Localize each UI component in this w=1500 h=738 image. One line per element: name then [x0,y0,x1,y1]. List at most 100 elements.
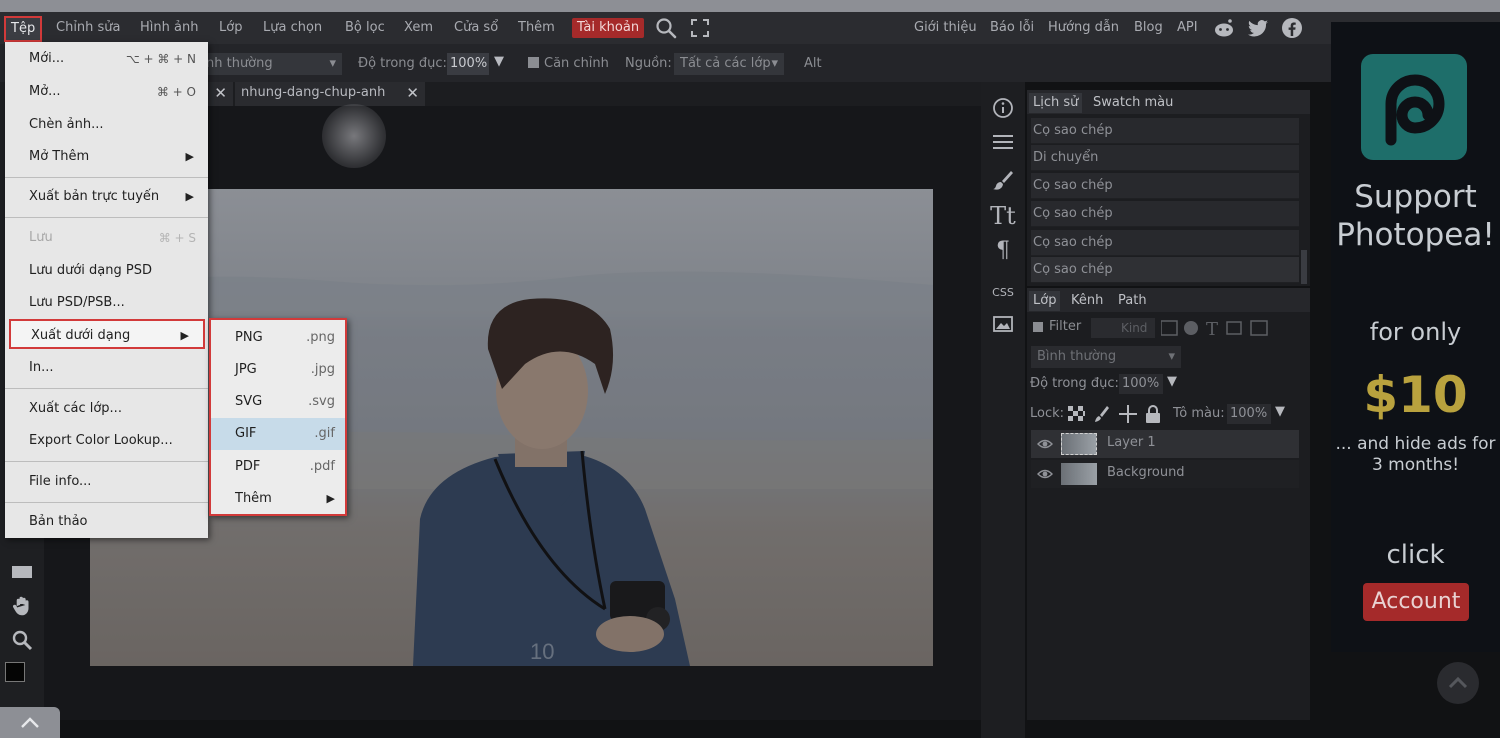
menu-item-open-more[interactable]: Mở Thêm ▶ [5,142,208,172]
menu-bar: Tệp Chỉnh sửa Hình ảnh Lớp Lựa chọn Bộ l… [0,12,1500,44]
opacity-input[interactable]: 100% [447,53,489,75]
paragraph-icon[interactable]: ¶ [981,238,1025,263]
menu-item-save-psd-psb[interactable]: Lưu PSD/PSB... [5,288,208,318]
layer-row[interactable]: Background [1031,460,1299,488]
link-tutorial[interactable]: Hướng dẫn [1048,18,1119,38]
close-tab-icon[interactable]: ✕ [406,82,419,104]
link-api[interactable]: API [1177,18,1198,38]
close-tab-icon[interactable]: ✕ [214,82,227,104]
brush-settings-icon[interactable] [991,168,1015,192]
menu-item-export-layers[interactable]: Xuất các lớp... [5,394,208,424]
export-png[interactable]: PNG .png [211,322,345,354]
history-item[interactable]: Cọ sao chép [1031,230,1299,256]
visibility-eye-icon[interactable] [1037,466,1053,482]
expand-toolbar-button[interactable] [0,707,60,738]
tab-history[interactable]: Lịch sử [1029,93,1083,113]
layers-panel-tabs: Lớp Kênh Path [1027,288,1310,312]
export-pdf[interactable]: PDF .pdf [211,451,345,483]
lock-icons[interactable] [1067,404,1162,424]
visibility-eye-icon[interactable] [1037,436,1053,452]
menu-filter[interactable]: Bộ lọc [345,18,385,38]
menu-file[interactable]: Tệp [4,16,43,42]
twitter-icon[interactable] [1246,16,1270,40]
menu-item-drafts[interactable]: Bản thảo [5,507,208,537]
filter-checkbox[interactable] [1033,322,1043,332]
layer-blend-mode-select[interactable]: Bình thường ▾ [1031,346,1181,368]
menu-window[interactable]: Cửa sổ [454,18,498,38]
menu-item-save[interactable]: Lưu ⌘ + S [5,223,208,253]
layer-opacity-input[interactable]: 100% [1119,374,1163,394]
link-blog[interactable]: Blog [1134,18,1163,38]
alt-label: Alt [804,56,822,71]
menu-item-print[interactable]: In... [5,353,208,383]
menu-item-export-as[interactable]: Xuất dưới dạng ▶ [9,319,205,349]
history-item[interactable]: Cọ sao chép [1031,201,1299,227]
link-about[interactable]: Giới thiệu [914,18,977,38]
menu-separator [5,177,208,178]
menu-view[interactable]: Xem [404,18,433,38]
export-svg[interactable]: SVG .svg [211,386,345,418]
ad-account-button[interactable]: Account [1363,583,1469,621]
character-icon[interactable]: Tt [981,202,1025,230]
foreground-color-swatch[interactable] [5,662,25,682]
menu-image[interactable]: Hình ảnh [140,18,198,38]
svg-text:T: T [1206,319,1218,337]
link-report-bug[interactable]: Báo lỗi [990,18,1034,38]
tab-paths[interactable]: Path [1114,291,1151,311]
history-item-current[interactable]: Cọ sao chép [1031,257,1299,283]
fullscreen-icon[interactable] [688,16,712,40]
tab-layers[interactable]: Lớp [1029,291,1061,311]
export-more[interactable]: Thêm ▶ [211,483,345,515]
facebook-icon[interactable] [1280,16,1304,40]
image-panel-icon[interactable] [991,312,1015,336]
filter-type-icons[interactable]: T [1160,319,1271,340]
menu-account[interactable]: Tài khoản [572,18,645,38]
history-item[interactable]: Cọ sao chép [1031,173,1299,199]
rectangle-tool-icon[interactable] [10,564,34,580]
menu-more[interactable]: Thêm [518,18,555,38]
menu-select[interactable]: Lựa chọn [263,18,322,38]
menu-item-publish-online[interactable]: Xuất bản trực tuyến ▶ [5,182,208,212]
blend-mode-select[interactable]: nh thường ▾ [200,53,342,75]
filter-kind-select[interactable]: Kind [1091,318,1155,338]
submenu-arrow-icon: ▶ [326,492,335,505]
menu-item-open[interactable]: Mở... ⌘ + O [5,77,208,107]
tab-swatches[interactable]: Swatch màu [1089,93,1177,113]
export-gif[interactable]: GIF .gif [211,418,345,450]
search-icon[interactable] [654,16,678,40]
align-checkbox[interactable]: Căn chỉnh [528,56,609,71]
history-item[interactable]: Cọ sao chép [1031,118,1299,144]
source-select[interactable]: Tất cả các lớp ▾ [674,53,784,75]
document-tab-previous[interactable]: ✕ [205,82,233,106]
menu-item-insert-image[interactable]: Chèn ảnh... [5,110,208,140]
menu-item-save-as-psd[interactable]: Lưu dưới dạng PSD [5,256,208,286]
layer-name[interactable]: Background [1107,465,1185,480]
layer-opacity-dropdown-icon[interactable]: ▼ [1167,374,1177,389]
scroll-to-top-button[interactable] [1437,662,1479,704]
menu-layer[interactable]: Lớp [219,18,242,38]
fill-input[interactable]: 100% [1227,404,1271,424]
menu-item-file-info[interactable]: File info... [5,467,208,497]
layer-row[interactable]: Layer 1 [1031,430,1299,458]
adjustments-icon[interactable] [991,130,1015,154]
history-panel-tabs: Lịch sử Swatch màu [1027,90,1310,114]
fill-dropdown-icon[interactable]: ▼ [1275,404,1285,419]
menu-item-new[interactable]: Mới... ⌥ + ⌘ + N [5,44,208,74]
support-ad[interactable]: Support Photopea! for only $10 ... and h… [1331,22,1500,652]
hand-tool-icon[interactable] [10,594,34,618]
history-scrollbar[interactable] [1301,250,1307,284]
submenu-arrow-icon: ▶ [185,190,194,203]
info-icon[interactable] [991,96,1015,120]
export-jpg[interactable]: JPG .jpg [211,354,345,386]
history-item[interactable]: Di chuyển [1031,145,1299,171]
menu-item-export-color-lookup[interactable]: Export Color Lookup... [5,426,208,456]
zoom-tool-icon[interactable] [10,628,34,652]
reddit-icon[interactable] [1212,16,1236,40]
layer-name[interactable]: Layer 1 [1107,435,1156,450]
menu-edit[interactable]: Chỉnh sửa [56,18,121,38]
document-tab[interactable]: nhung-dang-chup-anh ✕ [235,82,425,106]
tab-channels[interactable]: Kênh [1067,291,1107,311]
menu-separator [5,388,208,389]
opacity-dropdown-icon[interactable]: ▼ [494,54,504,69]
css-icon[interactable]: CSS [981,286,1025,299]
